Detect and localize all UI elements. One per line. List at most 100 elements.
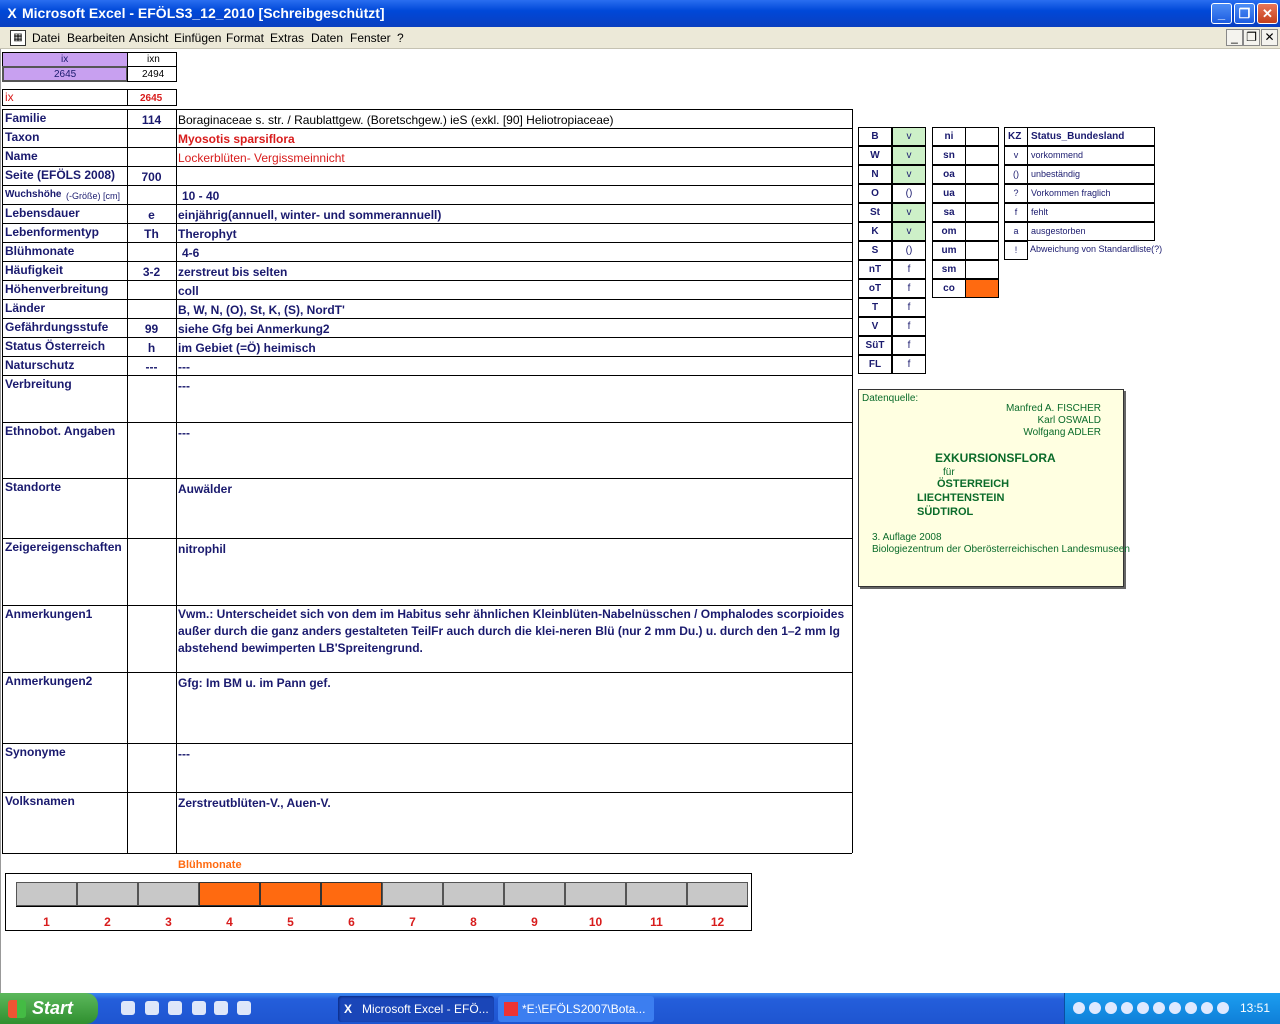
row-value[interactable]: Lockerblüten- Vergissmeinnicht <box>178 151 345 165</box>
row-value[interactable]: Gfg: Im BM u. im Pann gef. <box>178 676 331 690</box>
state-code-cell[interactable]: W <box>858 146 892 165</box>
menu-bearbeiten[interactable]: Bearbeiten <box>67 31 125 45</box>
quicklaunch-desktop-icon[interactable] <box>145 1001 159 1015</box>
menu-format[interactable]: Format <box>226 31 264 45</box>
region-status-cell[interactable] <box>965 279 999 298</box>
region-status-cell[interactable] <box>965 165 999 184</box>
state-code-cell[interactable]: St <box>858 203 892 222</box>
menu-datei[interactable]: Datei <box>32 31 60 45</box>
row-value[interactable]: im Gebiet (=Ö) heimisch <box>178 341 316 355</box>
row-value[interactable]: --- <box>178 426 190 440</box>
menu-daten[interactable]: Daten <box>311 31 343 45</box>
close-button[interactable]: ✕ <box>1257 3 1278 24</box>
quicklaunch-firefox-icon[interactable] <box>214 1001 228 1015</box>
doc-minimize-button[interactable]: _ <box>1226 29 1243 46</box>
minimize-button[interactable]: _ <box>1211 3 1232 24</box>
region-status-cell[interactable] <box>965 260 999 279</box>
tray-volume-icon[interactable] <box>1121 1002 1133 1014</box>
region-code-cell[interactable]: om <box>932 222 966 241</box>
excel-app-icon[interactable]: X <box>4 5 20 21</box>
region-status-cell[interactable] <box>965 127 999 146</box>
tray-wifi-icon[interactable] <box>1153 1002 1165 1014</box>
menu-fenster[interactable]: Fenster <box>350 31 391 45</box>
row-value-line[interactable]: Vwm.: Unterscheidet sich von dem im Habi… <box>178 607 844 621</box>
region-code-cell[interactable]: um <box>932 241 966 260</box>
row-value[interactable]: siehe Gfg bei Anmerkung2 <box>178 322 330 336</box>
worksheet[interactable]: ix ixn 2645 2494 ix 2645 Familie 114 Borag… <box>0 49 1280 993</box>
state-code-cell[interactable]: nT <box>858 260 892 279</box>
tray-info-icon[interactable] <box>1185 1002 1197 1014</box>
region-code-cell[interactable]: sm <box>932 260 966 279</box>
region-code-cell[interactable]: ni <box>932 127 966 146</box>
state-status-cell[interactable]: v <box>892 127 926 146</box>
doc-restore-button[interactable]: ❐ <box>1243 29 1260 46</box>
state-code-cell[interactable]: SüT <box>858 336 892 355</box>
tray-misc-icon[interactable] <box>1201 1002 1213 1014</box>
region-status-cell[interactable] <box>965 184 999 203</box>
tray-network-icon[interactable] <box>1073 1002 1085 1014</box>
tray-search-icon[interactable] <box>1105 1002 1117 1014</box>
row-value[interactable]: Auwälder <box>178 482 232 496</box>
row-value[interactable]: --- <box>178 747 190 761</box>
start-button[interactable]: Start <box>0 993 98 1024</box>
state-code-cell[interactable]: FL <box>858 355 892 374</box>
quicklaunch-media-icon[interactable] <box>168 1001 182 1015</box>
document-icon[interactable]: ▦ <box>10 30 26 46</box>
state-status-cell[interactable]: v <box>892 203 926 222</box>
row-code[interactable]: 114 <box>127 113 176 127</box>
row-value[interactable]: Boraginaceae s. str. / Raublattgew. (Bor… <box>178 113 614 127</box>
doc-close-button[interactable]: ✕ <box>1261 29 1278 46</box>
region-code-cell[interactable]: oa <box>932 165 966 184</box>
row-code[interactable]: 99 <box>127 322 176 336</box>
restore-button[interactable]: ❐ <box>1234 3 1255 24</box>
state-status-cell[interactable]: f <box>892 279 926 298</box>
row-value[interactable]: einjährig(annuell, winter- und sommerann… <box>178 208 441 222</box>
row-value[interactable]: Myosotis sparsiflora <box>178 132 295 146</box>
row-code[interactable]: e <box>127 208 176 222</box>
state-status-cell[interactable]: () <box>892 184 926 203</box>
region-code-cell[interactable]: sn <box>932 146 966 165</box>
region-status-cell[interactable] <box>965 241 999 260</box>
region-status-cell[interactable] <box>965 146 999 165</box>
tray-tool-icon[interactable] <box>1217 1002 1229 1014</box>
state-status-cell[interactable]: v <box>892 165 926 184</box>
row-code[interactable]: 3-2 <box>127 265 176 279</box>
region-code-cell[interactable]: sa <box>932 203 966 222</box>
quicklaunch-ie-icon[interactable] <box>121 1001 135 1015</box>
row-value[interactable]: B, W, N, (O), St, K, (S), NordT' <box>178 303 345 317</box>
region-status-cell[interactable] <box>965 203 999 222</box>
row-value-line[interactable]: abstehend bewimperten LB'Spreitengrund. <box>178 641 423 655</box>
state-status-cell[interactable]: f <box>892 298 926 317</box>
row-value[interactable]: --- <box>178 360 190 374</box>
tray-mail-icon[interactable] <box>1169 1002 1181 1014</box>
row-code[interactable]: 700 <box>127 170 176 184</box>
task-excel[interactable]: X Microsoft Excel - EFÖ... <box>338 996 494 1022</box>
state-code-cell[interactable]: T <box>858 298 892 317</box>
region-code-cell[interactable]: co <box>932 279 966 298</box>
state-code-cell[interactable]: O <box>858 184 892 203</box>
state-status-cell[interactable]: f <box>892 260 926 279</box>
region-status-cell[interactable] <box>965 222 999 241</box>
region-code-cell[interactable]: ua <box>932 184 966 203</box>
state-status-cell[interactable]: () <box>892 241 926 260</box>
row-value-line[interactable]: außer durch die ganz anders gestalteten … <box>178 624 840 638</box>
tray-shield-icon[interactable] <box>1137 1002 1149 1014</box>
state-code-cell[interactable]: V <box>858 317 892 336</box>
row-code[interactable]: --- <box>127 360 176 374</box>
menu-help[interactable]: ? <box>397 31 404 45</box>
task-explorer[interactable]: *E:\EFÖLS2007\Bota... <box>498 996 654 1022</box>
row-value[interactable]: nitrophil <box>178 542 226 556</box>
row-value[interactable]: 4-6 <box>182 246 199 260</box>
menu-einfuegen[interactable]: Einfügen <box>174 31 221 45</box>
row-value[interactable]: --- <box>178 379 190 393</box>
state-status-cell[interactable]: f <box>892 317 926 336</box>
state-status-cell[interactable]: v <box>892 146 926 165</box>
state-status-cell[interactable]: f <box>892 336 926 355</box>
tray-security-icon[interactable] <box>1089 1002 1101 1014</box>
row-code[interactable]: h <box>127 341 176 355</box>
row-value[interactable]: Zerstreutblüten-V., Auen-V. <box>178 796 331 810</box>
state-code-cell[interactable]: B <box>858 127 892 146</box>
menu-extras[interactable]: Extras <box>270 31 304 45</box>
row-value[interactable]: 10 - 40 <box>182 189 219 203</box>
state-code-cell[interactable]: N <box>858 165 892 184</box>
